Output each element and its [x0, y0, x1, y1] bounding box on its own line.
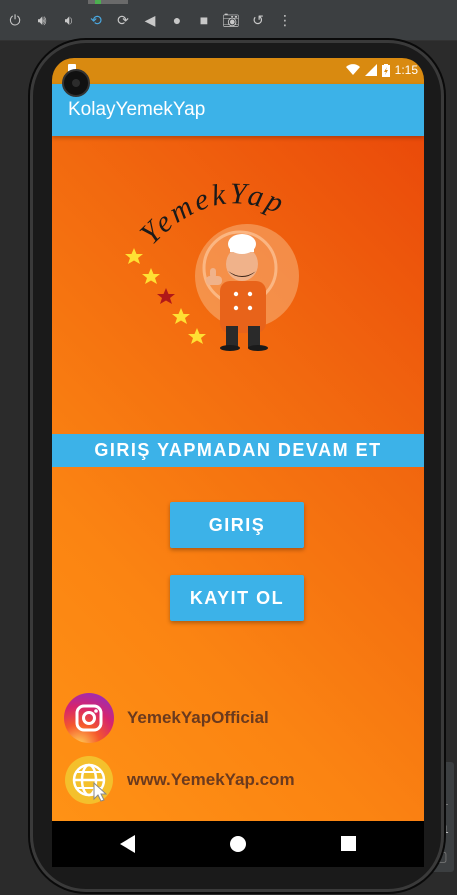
- app-title: KolayYemekYap: [68, 99, 206, 120]
- battery-icon: [381, 63, 390, 77]
- instagram-link[interactable]: YemekYapOfficial: [64, 693, 269, 743]
- snapshot-icon[interactable]: ↺: [246, 8, 270, 32]
- yemekyap-logo: YemekYap: [125, 177, 299, 351]
- register-button[interactable]: KAYIT OL: [170, 575, 304, 621]
- home-icon[interactable]: ●: [165, 8, 189, 32]
- toolbar-accent-indicator: [95, 0, 101, 4]
- nav-home-icon[interactable]: [229, 835, 247, 853]
- continue-without-login-button[interactable]: GIRIŞ YAPMADAN DEVAM ET: [52, 434, 424, 467]
- status-bar: 1:15: [52, 58, 424, 84]
- system-nav-bar: [52, 821, 424, 867]
- camera-icon[interactable]: 📷︎: [219, 8, 243, 32]
- nav-back-icon[interactable]: [120, 835, 136, 853]
- volume-up-icon[interactable]: 🔊︎: [30, 8, 54, 32]
- phone-screen: 1:15 KolayYemekYap YemekYap GIRIŞ YAPMAD…: [52, 58, 424, 845]
- front-camera-icon: [62, 69, 90, 97]
- instagram-label[interactable]: YemekYapOfficial: [127, 708, 269, 728]
- status-time: 1:15: [394, 63, 418, 77]
- website-link[interactable]: www.YemekYap.com: [64, 755, 295, 805]
- volume-down-icon[interactable]: 🔉︎: [57, 8, 81, 32]
- power-icon[interactable]: ⏻: [3, 8, 27, 32]
- emulator-toolbar: ⏻ 🔊︎ 🔉︎ ⟲ ⟳ ◀ ● ■ 📷︎ ↺ ⋮: [0, 0, 457, 41]
- rotate-left-icon[interactable]: ⟲: [84, 8, 108, 32]
- overview-icon[interactable]: ■: [192, 8, 216, 32]
- rotate-right-icon[interactable]: ⟳: [111, 8, 135, 32]
- instagram-icon: [64, 693, 114, 743]
- toolbar-accent: [88, 0, 128, 4]
- main-content: YemekYap GIRIŞ YAPMADAN DEVAM ET GIRIŞ K…: [52, 136, 424, 821]
- website-label[interactable]: www.YemekYap.com: [127, 770, 295, 790]
- globe-icon: [65, 756, 113, 804]
- login-button[interactable]: GIRIŞ: [170, 502, 304, 548]
- back-icon[interactable]: ◀: [138, 8, 162, 32]
- more-icon[interactable]: ⋮: [273, 8, 297, 32]
- wifi-icon: [345, 64, 360, 75]
- signal-icon: [364, 64, 377, 76]
- nav-overview-icon[interactable]: [341, 836, 356, 851]
- app-bar: KolayYemekYap: [52, 84, 424, 136]
